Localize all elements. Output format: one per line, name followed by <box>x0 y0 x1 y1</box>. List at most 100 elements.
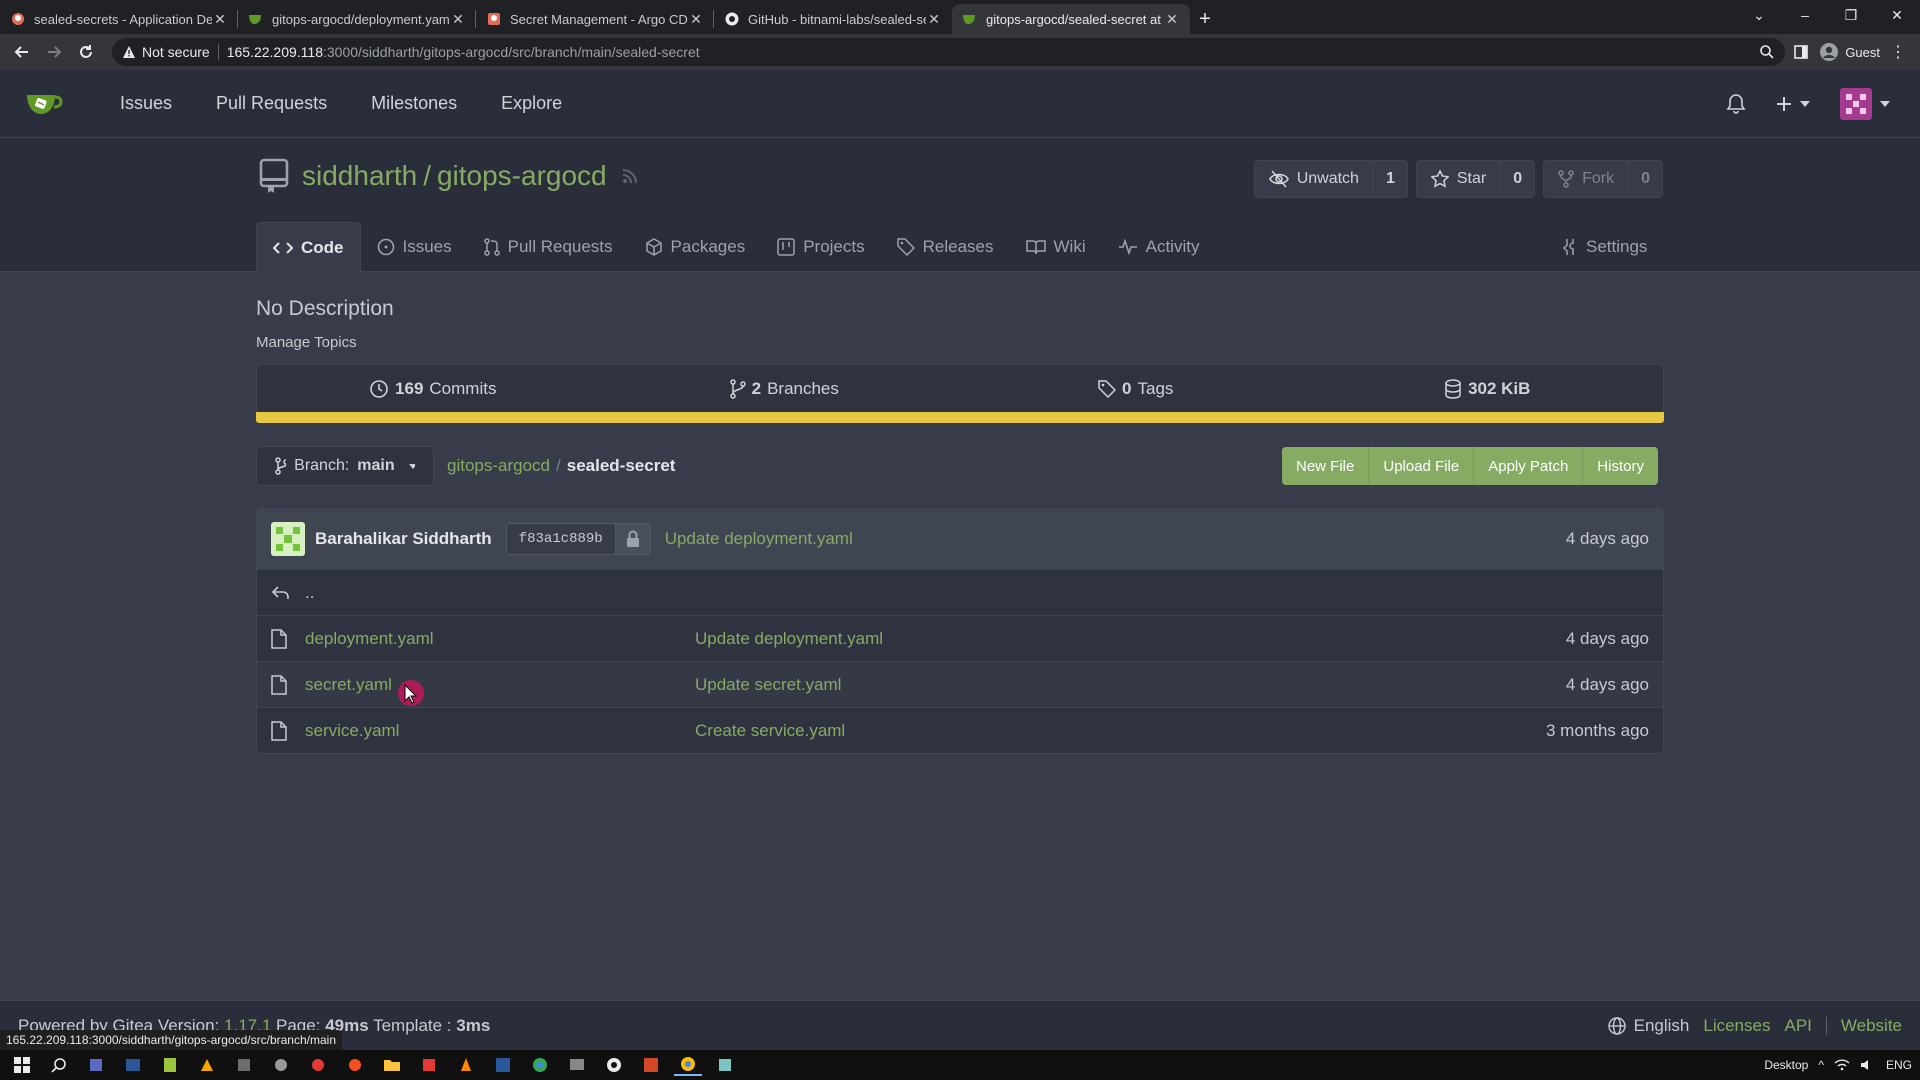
file-commit-message[interactable]: Update secret.yaml <box>695 675 841 695</box>
app-icon[interactable] <box>230 1054 258 1076</box>
vlc-icon[interactable] <box>452 1054 480 1076</box>
back-button[interactable] <box>8 38 36 66</box>
licenses-link[interactable]: Licenses <box>1703 1016 1770 1036</box>
nav-pull-requests[interactable]: Pull Requests <box>216 93 327 114</box>
apply-patch-button[interactable]: Apply Patch <box>1474 447 1584 485</box>
website-link[interactable]: Website <box>1841 1016 1902 1036</box>
tab-activity[interactable]: Activity <box>1102 222 1216 272</box>
reload-button[interactable] <box>72 38 100 66</box>
chrome-icon[interactable] <box>526 1054 554 1076</box>
nav-issues[interactable]: Issues <box>120 93 172 114</box>
language-bar[interactable] <box>256 412 1664 423</box>
user-menu-button[interactable] <box>1840 87 1890 120</box>
tab-wiki[interactable]: Wiki <box>1010 222 1102 272</box>
windows-start-icon[interactable] <box>8 1054 36 1076</box>
folder-icon[interactable] <box>378 1054 406 1076</box>
app-icon[interactable] <box>711 1054 739 1076</box>
commit-message[interactable]: Update deployment.yaml <box>665 529 853 549</box>
powerpoint-icon[interactable] <box>637 1054 665 1076</box>
lang-indicator[interactable]: ENG <box>1886 1058 1912 1072</box>
sidepanel-icon[interactable] <box>1793 44 1809 60</box>
tab-code[interactable]: Code <box>256 222 361 272</box>
tab-pull-requests[interactable]: Pull Requests <box>468 222 629 272</box>
browser-tab[interactable]: GitHub - bitnami-labs/sealed-sec ✕ <box>714 4 952 34</box>
notepad-icon[interactable] <box>156 1054 184 1076</box>
app-icon[interactable] <box>563 1054 591 1076</box>
tab-projects[interactable]: Projects <box>761 222 880 272</box>
commit-sha-label[interactable]: f83a1c889b <box>506 524 616 554</box>
close-icon[interactable]: ✕ <box>926 11 942 28</box>
tab-settings[interactable]: Settings <box>1546 222 1663 272</box>
tags-stat[interactable]: 0 Tags <box>960 365 1312 412</box>
file-name-link[interactable]: service.yaml <box>305 721 695 741</box>
avatar[interactable] <box>271 522 305 556</box>
table-row[interactable]: deployment.yaml Update deployment.yaml 4… <box>257 615 1663 661</box>
close-icon[interactable]: ✕ <box>212 11 228 28</box>
breadcrumb-repo[interactable]: gitops-argocd <box>447 456 550 476</box>
tab-search-icon[interactable]: ⌄ <box>1736 0 1782 30</box>
commit-sha[interactable]: f83a1c889b <box>505 523 651 555</box>
app-icon[interactable] <box>82 1054 110 1076</box>
volume-icon[interactable] <box>1860 1059 1876 1071</box>
nav-explore[interactable]: Explore <box>501 93 562 114</box>
powershell-icon[interactable] <box>119 1054 147 1076</box>
commits-stat[interactable]: 169 Commits <box>257 365 609 412</box>
app-icon[interactable] <box>341 1054 369 1076</box>
browser-tab[interactable]: sealed-secrets - Application Deta ✕ <box>0 4 238 34</box>
star-button[interactable]: Star 0 <box>1415 160 1536 198</box>
upload-file-button[interactable]: Upload File <box>1369 447 1475 485</box>
new-file-button[interactable]: New File <box>1282 447 1370 485</box>
close-icon[interactable]: ✕ <box>1164 11 1180 28</box>
repo-owner-link[interactable]: siddharth <box>302 160 417 192</box>
nav-milestones[interactable]: Milestones <box>371 93 457 114</box>
browser-tab-active[interactable]: gitops-argocd/sealed-secret at m ✕ <box>952 4 1190 34</box>
table-row[interactable]: secret.yaml Update secret.yaml 4 days ag… <box>257 661 1663 707</box>
browser-tab[interactable]: Secret Management - Argo CD - ✕ <box>476 4 714 34</box>
create-menu-button[interactable] <box>1776 96 1810 112</box>
commit-author[interactable]: Barahalikar Siddharth <box>315 529 492 549</box>
new-tab-button[interactable]: + <box>1190 4 1220 34</box>
file-name-link[interactable]: secret.yaml <box>305 675 695 695</box>
rss-icon[interactable] <box>621 167 639 185</box>
desktop-label[interactable]: Desktop <box>1764 1058 1808 1072</box>
zoom-icon[interactable] <box>1759 44 1775 60</box>
chrome-icon[interactable] <box>674 1054 702 1076</box>
history-button[interactable]: History <box>1583 447 1658 485</box>
api-link[interactable]: API <box>1784 1016 1811 1036</box>
forward-button[interactable] <box>40 38 68 66</box>
star-count[interactable]: 0 <box>1501 161 1534 197</box>
profile-button[interactable]: Guest <box>1819 42 1880 62</box>
watch-count[interactable]: 1 <box>1374 161 1407 197</box>
close-icon[interactable]: ✕ <box>450 11 466 28</box>
branches-stat[interactable]: 2 Branches <box>609 365 961 412</box>
tab-releases[interactable]: Releases <box>881 222 1010 272</box>
close-icon[interactable]: ✕ <box>688 11 704 28</box>
repo-name-link[interactable]: gitops-argocd <box>437 160 607 192</box>
manage-topics-link[interactable]: Manage Topics <box>256 334 357 351</box>
chevron-up-icon[interactable]: ^ <box>1818 1058 1824 1072</box>
restore-button[interactable]: ❐ <box>1828 0 1874 30</box>
file-commit-message[interactable]: Update deployment.yaml <box>695 629 883 649</box>
fork-button[interactable]: Fork 0 <box>1543 160 1663 198</box>
parent-dir-link[interactable]: .. <box>305 583 314 603</box>
unwatch-button[interactable]: Unwatch 1 <box>1253 160 1408 198</box>
parent-dir-row[interactable]: .. <box>257 569 1663 615</box>
minimize-button[interactable]: – <box>1782 0 1828 30</box>
file-name-link[interactable]: deployment.yaml <box>305 629 695 649</box>
app-icon[interactable] <box>193 1054 221 1076</box>
app-icon[interactable] <box>267 1054 295 1076</box>
bell-icon[interactable] <box>1726 93 1746 115</box>
not-secure-label[interactable]: Not secure <box>142 44 210 60</box>
branch-dropdown[interactable]: Branch: main <box>256 446 434 486</box>
address-bar[interactable]: Not secure 165.22.209.118 :3000/siddhart… <box>112 38 1786 66</box>
tab-packages[interactable]: Packages <box>629 222 762 272</box>
app-icon[interactable] <box>415 1054 443 1076</box>
more-menu-icon[interactable]: ⋮ <box>1890 42 1906 62</box>
app-icon[interactable] <box>304 1054 332 1076</box>
tab-issues[interactable]: Issues <box>361 222 468 272</box>
word-icon[interactable] <box>489 1054 517 1076</box>
gitea-logo-icon[interactable] <box>24 89 64 119</box>
wifi-icon[interactable] <box>1834 1059 1850 1071</box>
search-icon[interactable] <box>45 1054 73 1076</box>
language-selector[interactable]: English <box>1607 1016 1689 1036</box>
